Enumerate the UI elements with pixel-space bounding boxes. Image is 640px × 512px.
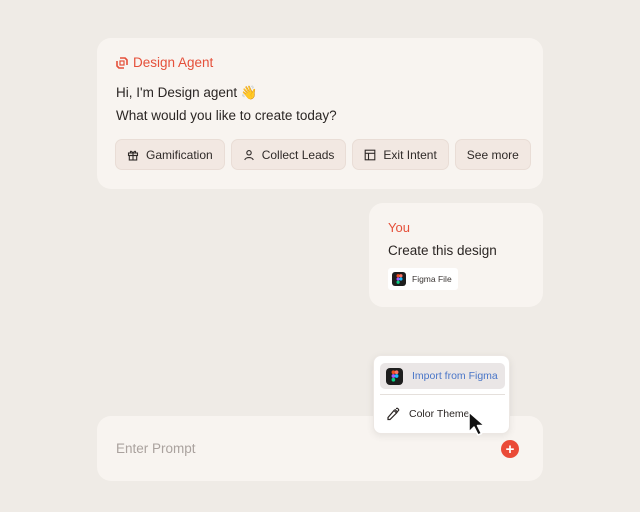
attachment-label: Figma File <box>412 274 452 284</box>
figma-file-attachment[interactable]: Figma File <box>388 268 458 290</box>
chip-collect-leads[interactable]: Collect Leads <box>230 139 347 170</box>
chip-exit-intent[interactable]: Exit Intent <box>352 139 449 170</box>
plus-icon: + <box>505 440 515 458</box>
menu-item-label: Import from Figma <box>412 370 498 382</box>
agent-question: What would you like to create today? <box>116 108 337 123</box>
figma-icon <box>392 272 406 286</box>
figma-icon <box>386 367 403 385</box>
chip-label: Gamification <box>146 147 213 162</box>
agent-name: Design Agent <box>133 55 214 70</box>
user-label: You <box>388 220 410 235</box>
user-message-card: You Create this design Figma File <box>369 203 543 307</box>
agent-greeting: Hi, I'm Design agent 👋 <box>116 85 258 100</box>
user-icon <box>243 149 254 160</box>
user-message-text: Create this design <box>388 243 497 258</box>
chip-see-more[interactable]: See more <box>454 139 531 170</box>
menu-divider <box>380 394 505 395</box>
suggestion-chips: Gamification Collect Leads Exit Intent S… <box>115 139 531 170</box>
design-agent-logo-icon <box>116 56 128 69</box>
layout-icon <box>365 149 376 160</box>
chip-label: See more <box>466 147 519 162</box>
menu-item-import-from-figma[interactable]: Import from Figma <box>380 363 505 389</box>
add-button[interactable]: + <box>501 440 519 458</box>
agent-message-card: Design Agent Hi, I'm Design agent 👋 What… <box>97 38 543 189</box>
gift-icon <box>127 150 139 161</box>
prompt-input[interactable] <box>116 441 476 456</box>
mouse-cursor-icon <box>468 411 486 436</box>
chip-label: Collect Leads <box>261 147 335 162</box>
chip-gamification[interactable]: Gamification <box>115 139 225 170</box>
menu-item-label: Color Theme <box>409 408 470 420</box>
agent-header: Design Agent <box>116 55 213 70</box>
eyedropper-icon <box>387 407 400 421</box>
chip-label: Exit Intent <box>383 147 437 162</box>
add-menu-dropdown: Import from Figma Color Theme <box>373 355 510 434</box>
